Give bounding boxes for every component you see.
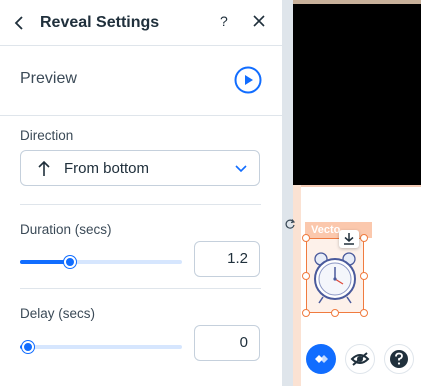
arrow-up-icon (38, 160, 50, 176)
help-button[interactable]: ? (220, 13, 228, 29)
divider (20, 204, 261, 205)
download-icon (344, 233, 354, 245)
panel-header: Reveal Settings ? (0, 0, 283, 46)
resize-handle[interactable] (302, 309, 310, 317)
delay-slider[interactable] (20, 339, 182, 355)
direction-dropdown[interactable]: From bottom (20, 150, 260, 186)
play-icon[interactable] (234, 66, 262, 94)
slider-track (20, 345, 182, 349)
divider (20, 288, 261, 289)
panel-scrollbar[interactable] (283, 0, 293, 386)
resize-handle[interactable] (331, 309, 339, 317)
hide-element-button[interactable] (345, 344, 375, 374)
direction-value: From bottom (64, 160, 150, 177)
duration-input[interactable]: 1.2 (194, 241, 260, 277)
editor-canvas (293, 0, 421, 386)
resize-handle[interactable] (360, 272, 368, 280)
alarm-clock-icon (314, 252, 356, 304)
preview-row: Preview (0, 46, 283, 116)
resize-handle[interactable] (360, 234, 368, 242)
rotate-icon[interactable] (284, 218, 296, 230)
resize-handle[interactable] (302, 234, 310, 242)
wix-action-button[interactable] (306, 344, 336, 374)
help-circle-icon (390, 350, 408, 368)
chevron-down-icon (235, 165, 247, 173)
resize-handle[interactable] (302, 272, 310, 280)
canvas-black-section (293, 4, 421, 185)
reveal-settings-panel: Reveal Settings ? Preview Direction From… (0, 0, 283, 386)
slider-fill (20, 260, 70, 264)
close-icon[interactable] (251, 13, 267, 29)
duration-slider[interactable] (20, 254, 182, 270)
chevron-left-icon[interactable] (10, 13, 30, 33)
direction-label: Direction (20, 128, 74, 143)
delay-label: Delay (secs) (20, 306, 96, 321)
selected-element[interactable] (306, 238, 364, 313)
delay-input[interactable]: 0 (194, 325, 260, 361)
wix-diamond-icon (315, 355, 328, 363)
resize-handle[interactable] (360, 309, 368, 317)
help-fab-button[interactable] (384, 344, 414, 374)
duration-label: Duration (secs) (20, 222, 112, 237)
hide-eye-icon (350, 352, 370, 366)
panel-title: Reveal Settings (40, 14, 160, 31)
download-button[interactable] (339, 230, 359, 248)
slider-thumb[interactable] (64, 256, 76, 268)
slider-thumb[interactable] (22, 341, 34, 353)
preview-label: Preview (20, 70, 77, 87)
canvas-section-edge (293, 185, 301, 386)
